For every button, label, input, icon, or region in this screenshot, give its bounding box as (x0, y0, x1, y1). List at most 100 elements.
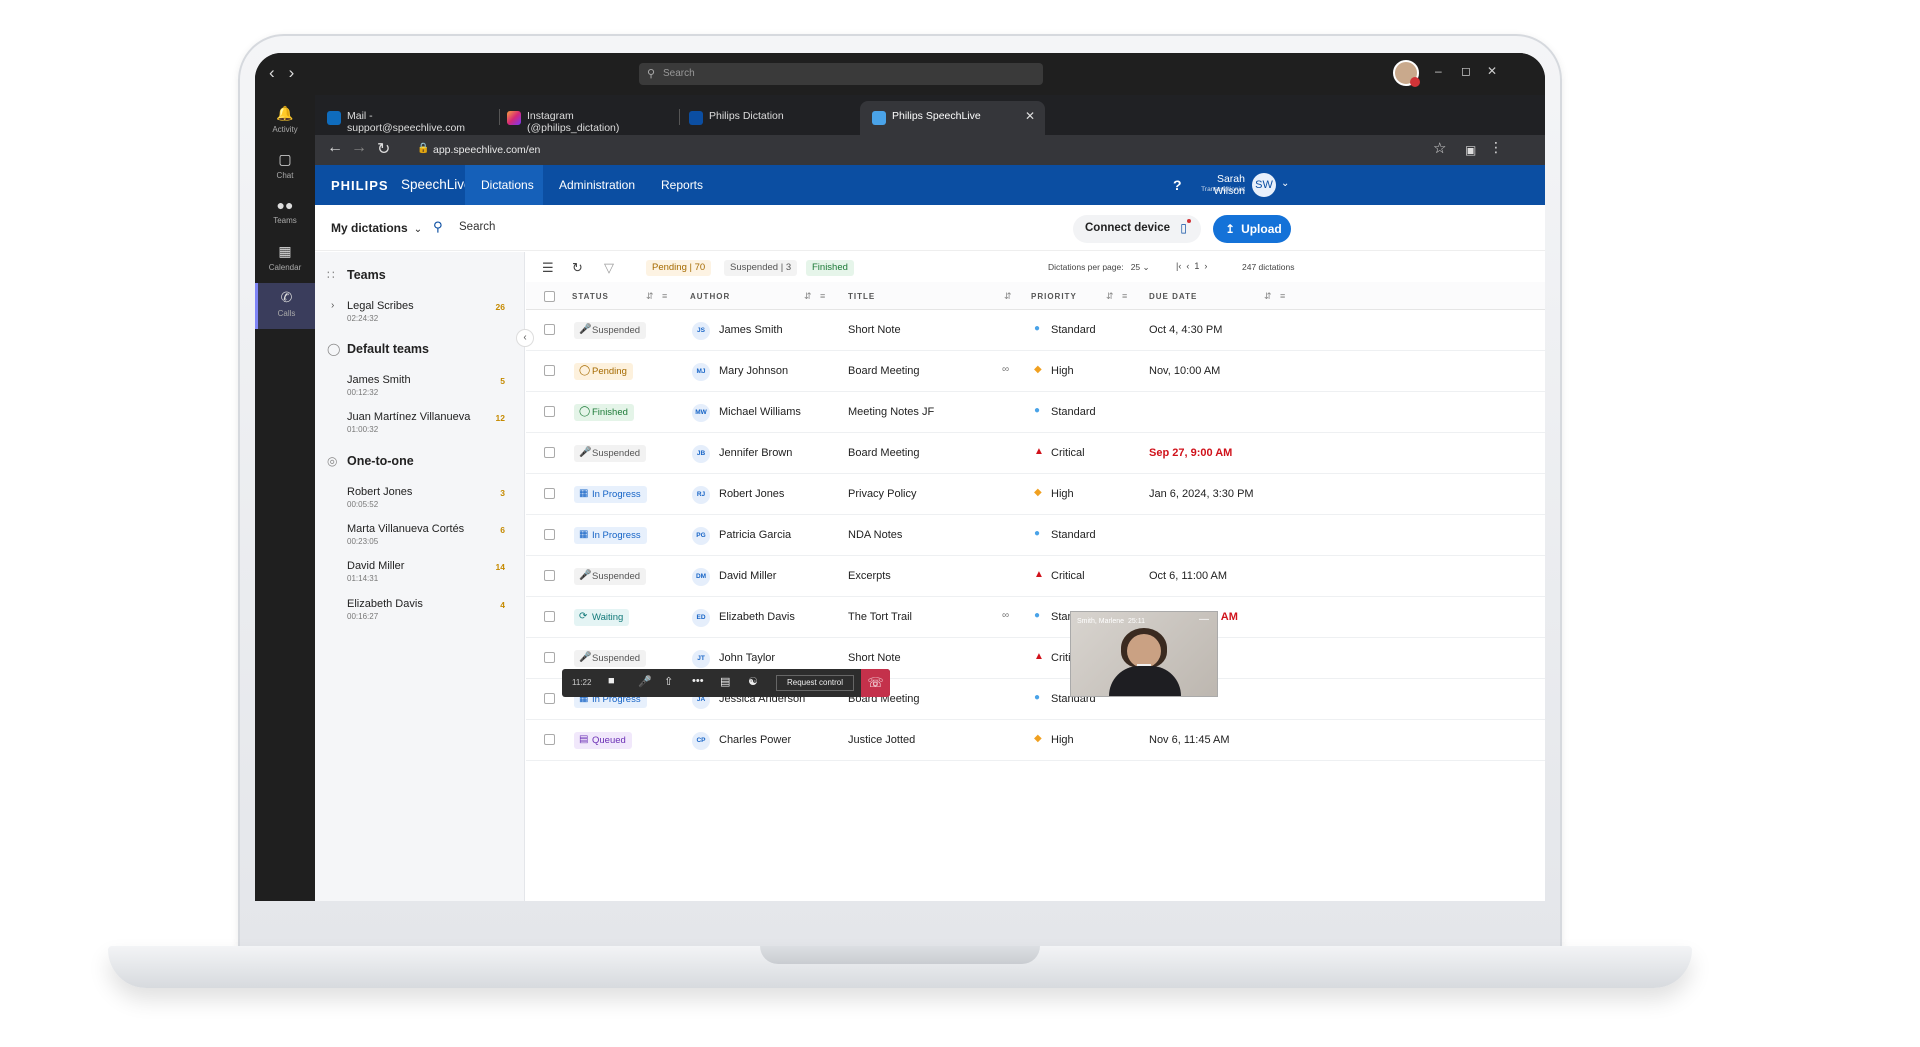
sort-icon[interactable]: ⇵ (646, 291, 654, 302)
table-row[interactable]: ⟳ Waiting ED Elizabeth Davis The Tort Trail ∞… (526, 597, 1545, 638)
nav-dictations[interactable]: Dictations (465, 165, 543, 205)
table-row[interactable]: 🎤 Suspended JS James Smith Short Note ● Standa… (526, 310, 1545, 351)
row-checkbox[interactable] (544, 365, 555, 376)
sidebar-item-elizabeth-davis[interactable]: Elizabeth Davis 00:16:27 4 (347, 598, 517, 621)
back-arrow-icon[interactable]: ‹ (269, 63, 275, 83)
sort-icon[interactable]: ⇵ (1264, 291, 1272, 302)
column-author[interactable]: AUTHOR (690, 292, 730, 301)
more-options-icon[interactable]: ••• (692, 675, 704, 687)
row-checkbox[interactable] (544, 611, 555, 622)
dictation-title[interactable]: Meeting Notes JF (848, 406, 934, 418)
sidebar-item-james-smith[interactable]: James Smith 00:12:32 5 (347, 374, 517, 397)
chevron-right-icon[interactable]: › (331, 300, 334, 311)
table-row[interactable]: ▦ In Progress RJ Robert Jones Privacy Policy… (526, 474, 1545, 515)
row-checkbox[interactable] (544, 570, 555, 581)
filter-lines-icon[interactable]: ≡ (820, 291, 825, 301)
dictation-title[interactable]: Justice Jotted (848, 734, 915, 746)
minimize-icon[interactable]: — (1199, 614, 1209, 625)
sidebar-item-juan-martinez[interactable]: Juan Martínez Villanueva 01:00:32 12 (347, 411, 517, 434)
sort-icon[interactable]: ⇵ (1004, 291, 1012, 302)
user-avatar[interactable]: SW (1252, 173, 1276, 197)
prev-page-icon[interactable]: ‹ (1186, 261, 1189, 271)
microphone-icon[interactable]: 🎤 (638, 675, 652, 688)
column-priority[interactable]: PRIORITY (1031, 292, 1077, 301)
row-checkbox[interactable] (544, 734, 555, 745)
sliders-icon[interactable]: ☰ (542, 260, 554, 276)
request-control-button[interactable]: Request control (776, 675, 854, 691)
dictation-title[interactable]: NDA Notes (848, 529, 902, 541)
sidebar-item-david-miller[interactable]: David Miller 01:14:31 14 (347, 560, 517, 583)
dictation-title[interactable]: Excerpts (848, 570, 891, 582)
sidebar-item-robert-jones[interactable]: Robert Jones 00:05:52 3 (347, 486, 517, 509)
row-checkbox[interactable] (544, 529, 555, 540)
first-page-icon[interactable]: |‹ (1176, 261, 1181, 271)
dictation-title[interactable]: Privacy Policy (848, 488, 916, 500)
tab-mail[interactable]: Mail - support@speechlive.com (315, 101, 495, 135)
table-row[interactable]: 🎤 Suspended JB Jennifer Brown Board Meeting ▲… (526, 433, 1545, 474)
dictation-title[interactable]: The Tort Trail (848, 611, 912, 623)
select-all-checkbox[interactable] (544, 291, 555, 302)
tab-philips-speechlive[interactable]: Philips SpeechLive ✕ (860, 101, 1045, 135)
row-checkbox[interactable] (544, 447, 555, 458)
dictation-title[interactable]: Board Meeting (848, 365, 920, 377)
reload-icon[interactable]: ↻ (377, 139, 390, 159)
row-checkbox[interactable] (544, 324, 555, 335)
tab-instagram[interactable]: Instagram (@philips_dictation) (495, 101, 675, 135)
table-row[interactable]: ◯ Pending MJ Mary Johnson Board Meeting ∞ ◆ Hig… (526, 351, 1545, 392)
dictation-title[interactable]: Board Meeting (848, 447, 920, 459)
dictation-title[interactable]: Short Note (848, 324, 901, 336)
rail-item-calendar[interactable]: ▦ Calendar (255, 237, 315, 283)
kebab-menu-icon[interactable]: ⋮ (1489, 139, 1503, 156)
help-icon[interactable]: ? (1173, 177, 1182, 193)
table-row[interactable]: ▦ In Progress PG Patricia Garcia NDA Notes ● S… (526, 515, 1545, 556)
sidebar-item-marta-villanueva[interactable]: Marta Villanueva Cortés 00:23:05 6 (347, 523, 517, 546)
row-checkbox[interactable] (544, 693, 555, 704)
dictation-search-input[interactable]: Search (459, 221, 495, 233)
chat-icon[interactable]: ▤ (720, 675, 730, 688)
teams-user-avatar[interactable] (1393, 60, 1420, 87)
pagination[interactable]: |‹ ‹ 1 › (1176, 261, 1207, 271)
minimize-icon[interactable]: – (1435, 64, 1442, 78)
nav-reports[interactable]: Reports (645, 165, 719, 205)
chevron-down-icon[interactable]: ⌄ (1281, 178, 1289, 189)
address-bar[interactable]: 🔒 app.speechlive.com/en (407, 139, 1337, 161)
teams-search-input[interactable]: ⚲ Search (639, 63, 1043, 85)
close-icon[interactable]: ✕ (1487, 64, 1497, 78)
per-page-control[interactable]: Dictations per page: 25 ⌄ (1048, 262, 1150, 273)
maximize-icon[interactable]: ◻ (1461, 64, 1471, 78)
rail-item-teams[interactable]: ●● Teams (255, 191, 315, 237)
table-row[interactable]: 🎤 Suspended DM David Miller Excerpts ▲ Critica… (526, 556, 1545, 597)
refresh-icon[interactable]: ↻ (572, 260, 583, 276)
filter-lines-icon[interactable]: ≡ (662, 291, 667, 301)
row-checkbox[interactable] (544, 652, 555, 663)
column-status[interactable]: STATUS (572, 292, 609, 301)
filter-chip-suspended[interactable]: Suspended | 3 (724, 260, 798, 276)
sidebar-item-legal-scribes[interactable]: › Legal Scribes 02:24:32 26 (331, 300, 517, 323)
search-icon[interactable]: ⚲ (433, 219, 443, 235)
filter-lines-icon[interactable]: ≡ (1122, 291, 1127, 301)
sort-icon[interactable]: ⇵ (1106, 291, 1114, 302)
incognito-icon[interactable]: ▣ (1465, 143, 1476, 157)
video-tile[interactable]: Smith, Marlene 25:11 — (1070, 611, 1218, 697)
back-icon[interactable]: ← (327, 139, 343, 157)
rail-item-chat[interactable]: ▢ Chat (255, 145, 315, 191)
rail-item-activity[interactable]: 🔔 Activity (255, 99, 315, 145)
filter-chip-pending[interactable]: Pending | 70 (646, 260, 712, 276)
camera-icon[interactable]: ■ (608, 675, 615, 687)
row-checkbox[interactable] (544, 488, 555, 499)
tab-philips-dictation[interactable]: Philips Dictation (677, 101, 857, 135)
hang-up-icon[interactable]: ☏ (861, 669, 890, 697)
nav-administration[interactable]: Administration (543, 165, 651, 205)
my-dictations-dropdown[interactable]: My dictations ⌄ (331, 221, 422, 235)
table-row[interactable]: ▤ Queued CP Charles Power Justice Jotted ◆ Hig… (526, 720, 1545, 761)
collapse-sidebar-icon[interactable]: ‹ (516, 329, 534, 347)
filter-icon[interactable]: ▽ (604, 260, 614, 276)
next-page-icon[interactable]: › (1204, 261, 1207, 271)
share-screen-icon[interactable]: ⇧ (664, 675, 673, 688)
rail-item-calls[interactable]: ✆ Calls (255, 283, 315, 329)
column-title[interactable]: TITLE (848, 292, 875, 301)
table-row[interactable]: ◯ Finished MW Michael Williams Meeting Notes… (526, 392, 1545, 433)
participants-icon[interactable]: ☯ (748, 675, 758, 688)
sort-icon[interactable]: ⇵ (804, 291, 812, 302)
column-due-date[interactable]: DUE DATE (1149, 292, 1197, 301)
